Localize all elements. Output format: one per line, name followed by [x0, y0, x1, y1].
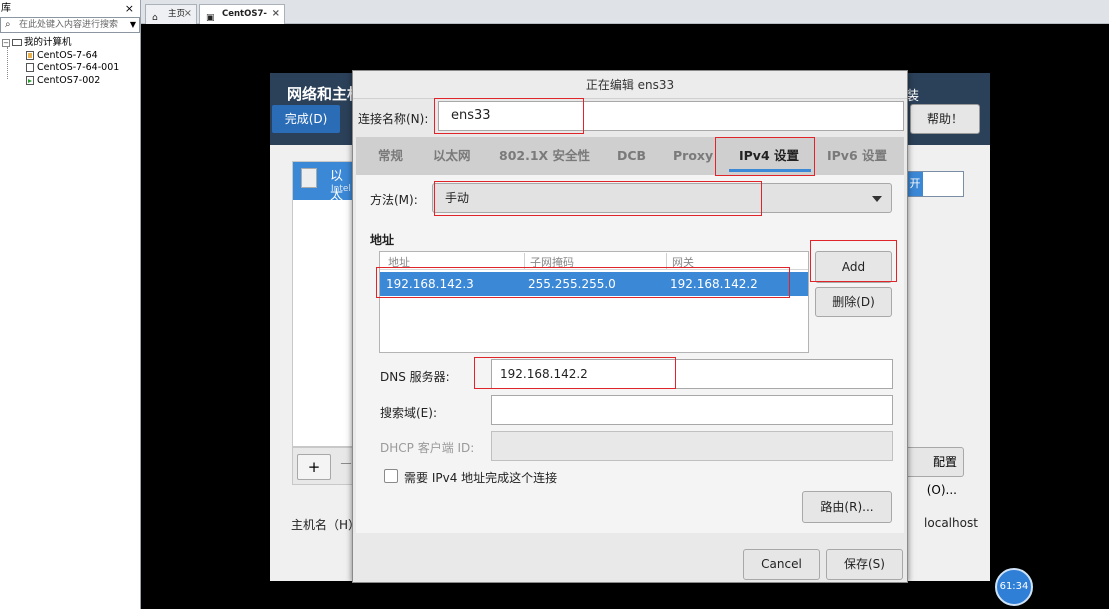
tree-item[interactable]: CentOS-7-64-001: [2, 62, 119, 75]
tab-dcb[interactable]: DCB: [617, 137, 646, 175]
delete-address-button[interactable]: 删除(D): [815, 287, 892, 317]
search-dropdown-icon[interactable]: ▼: [130, 18, 136, 32]
hostname-label: 主机名（H）: [291, 518, 361, 532]
vm-running-icon: [26, 75, 34, 85]
device-toggle[interactable]: 开: [906, 171, 964, 197]
address-table: 地址 子网掩码 网关 192.168.142.3 255.255.255.0 1…: [379, 251, 809, 353]
require-ipv4-checkbox[interactable]: [384, 469, 398, 483]
dialog-title: 正在编辑 ens33: [353, 71, 907, 99]
dns-label: DNS 服务器:: [380, 370, 450, 384]
edit-connection-dialog: 正在编辑 ens33 连接名称(N): ens33 常规 以太网 802.1X …: [352, 70, 908, 583]
tab-ethernet[interactable]: 以太网: [433, 137, 471, 175]
network-card-icon: [301, 168, 317, 188]
settings-tabs: 常规 以太网 802.1X 安全性 DCB Proxy IPv4 设置 IPv6…: [356, 137, 904, 175]
device-sub: Intel: [331, 184, 351, 194]
tab-label: 主页: [168, 9, 186, 19]
dns-input[interactable]: 192.168.142.2: [491, 359, 893, 389]
tree-root-label: 我的计算机: [24, 37, 72, 48]
cell-gateway[interactable]: 192.168.142.2: [670, 272, 758, 296]
tab-general[interactable]: 常规: [378, 137, 403, 175]
tree-item[interactable]: CentOS7-002: [2, 75, 119, 88]
vm-icon: [26, 50, 34, 60]
page-title: 网络和主机: [287, 85, 363, 103]
remove-device-button[interactable]: －: [339, 454, 353, 474]
device-item-ethernet[interactable]: 以太 Intel: [293, 162, 355, 203]
vm-icon: [26, 63, 34, 72]
connection-name-label: 连接名称(N):: [358, 112, 429, 126]
tree-root[interactable]: − 我的计算机: [2, 37, 119, 50]
dhcp-client-id-label: DHCP 客户端 ID:: [380, 441, 475, 455]
tree-item-label: CentOS-7-64-001: [37, 62, 120, 73]
column-header-netmask: 子网掩码: [530, 256, 574, 269]
tab-ipv6[interactable]: IPv6 设置: [827, 137, 887, 175]
library-title: 库: [1, 3, 11, 14]
column-header-gateway: 网关: [672, 256, 694, 269]
routes-button[interactable]: 路由(R)...: [802, 491, 892, 523]
connection-name-input[interactable]: ens33: [438, 101, 904, 131]
timer-badge: 61:34: [995, 568, 1033, 606]
tab-centos7-002[interactable]: ▣ CentOS7-002 ×: [199, 4, 285, 37]
dhcp-client-id-input[interactable]: [491, 431, 893, 461]
add-address-button[interactable]: Add: [815, 251, 892, 283]
search-placeholder: 在此处键入内容进行搜索: [19, 20, 119, 30]
library-search-input[interactable]: ⌕ 在此处键入内容进行搜索 ▼: [0, 17, 140, 33]
table-header: 地址 子网掩码 网关: [380, 252, 808, 270]
toggle-on-label: 开: [907, 172, 923, 196]
vm-tree: − 我的计算机 CentOS-7-64 CentOS-7-64-001 CentO…: [2, 37, 119, 87]
search-domain-label: 搜索域(E):: [380, 406, 437, 420]
cancel-button[interactable]: Cancel: [743, 549, 820, 580]
chevron-down-icon: [872, 196, 882, 202]
column-header-address: 地址: [388, 256, 410, 269]
method-select[interactable]: 手动: [432, 183, 892, 213]
active-tab-indicator: [729, 169, 811, 172]
close-icon[interactable]: ×: [184, 5, 192, 23]
done-button[interactable]: 完成(D): [272, 105, 340, 133]
computer-icon: [12, 39, 22, 46]
tree-item[interactable]: CentOS-7-64: [2, 50, 119, 63]
device-actions: + －: [292, 447, 354, 485]
tab-8021x[interactable]: 802.1X 安全性: [499, 137, 590, 175]
library-header: 库 ×: [0, 0, 140, 17]
column-divider: [666, 253, 667, 269]
require-ipv4-label[interactable]: 需要 IPv4 地址完成这个连接: [404, 469, 557, 486]
library-close-icon[interactable]: ×: [125, 0, 134, 17]
column-divider: [524, 253, 525, 269]
screen: 库 × ⌕ 在此处键入内容进行搜索 ▼ − 我的计算机 CentOS-7-64 C…: [0, 0, 1109, 609]
add-device-button[interactable]: +: [297, 454, 331, 480]
tree-item-label: CentOS7-002: [37, 74, 101, 86]
device-list: 以太 Intel: [292, 161, 355, 447]
library-panel: 库 × ⌕ 在此处键入内容进行搜索 ▼ − 我的计算机 CentOS-7-64 C…: [0, 0, 141, 609]
table-row[interactable]: 192.168.142.3 255.255.255.0 192.168.142.…: [380, 272, 808, 296]
tree-item-label: CentOS-7-64: [37, 49, 98, 61]
hostname-value: localhost: [924, 516, 978, 530]
help-button[interactable]: 帮助！: [910, 104, 980, 134]
collapse-icon[interactable]: −: [2, 38, 10, 47]
hostname-current: :localhost: [904, 516, 978, 530]
cell-address[interactable]: 192.168.142.3: [386, 272, 474, 296]
tab-strip: ⌂ 主页 × ▣ CentOS7-002 ×: [141, 0, 1109, 37]
method-value: 手动: [445, 191, 470, 205]
search-domain-input[interactable]: [491, 395, 893, 425]
configure-button[interactable]: 配置(O)...: [904, 447, 964, 497]
address-section-label: 地址: [370, 233, 395, 247]
method-label: 方法(M):: [370, 193, 418, 207]
save-button[interactable]: 保存(S): [826, 549, 903, 580]
search-icon: ⌕: [5, 19, 11, 30]
cell-netmask[interactable]: 255.255.255.0: [528, 272, 616, 296]
close-icon[interactable]: ×: [272, 5, 280, 23]
tab-home[interactable]: ⌂ 主页 ×: [145, 4, 197, 24]
tab-proxy[interactable]: Proxy: [673, 137, 713, 175]
ipv4-panel: 方法(M): 手动 地址 地址 子网掩码 网关 192.168.142.3 25…: [356, 175, 904, 533]
